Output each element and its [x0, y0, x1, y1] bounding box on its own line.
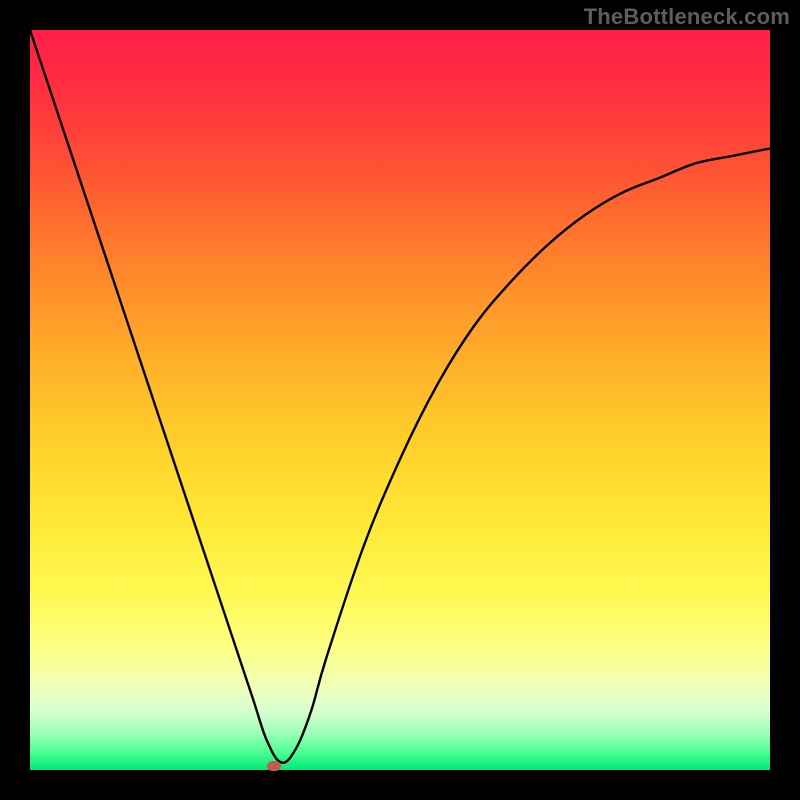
plot-area — [30, 30, 770, 770]
bottleneck-curve — [30, 30, 770, 763]
watermark-text: TheBottleneck.com — [584, 4, 790, 30]
optimal-point-marker — [267, 761, 281, 771]
chart-frame: TheBottleneck.com — [0, 0, 800, 800]
curve-layer — [30, 30, 770, 770]
